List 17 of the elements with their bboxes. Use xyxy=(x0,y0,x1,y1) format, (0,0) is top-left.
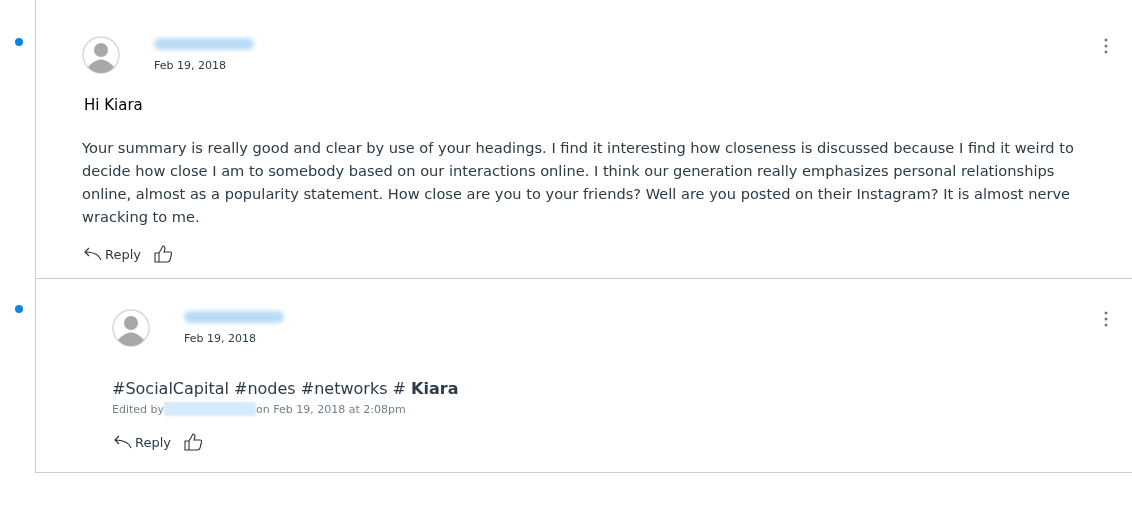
more-options-icon[interactable] xyxy=(1104,38,1108,54)
more-options-icon[interactable] xyxy=(1104,311,1108,327)
reply-arrow-icon xyxy=(82,247,102,261)
post-text: Hi Kiara xyxy=(84,96,144,114)
avatar-icon xyxy=(112,309,150,347)
thumbs-up-icon[interactable] xyxy=(183,432,203,452)
post-date: Feb 19, 2018 xyxy=(154,59,227,72)
reply-button[interactable]: Reply xyxy=(112,434,171,450)
avatar-icon xyxy=(82,36,120,74)
post-date: Feb 19, 2018 xyxy=(184,332,257,345)
edited-label: Edited by xyxy=(112,402,165,416)
thumbs-up-icon[interactable] xyxy=(153,244,173,264)
post-text: Your summary is really good and clear by use of your headings. I find it interesting how closeness is discussed because I find it weird to decide how close I am to somebody based on our interactions online. I think our generation really emphasizes personal relationships online, almost as a popularity statement. How close are you to your friends? Well are you posted on their Instagram? It is almost nerve wracking to me. xyxy=(82,138,1075,227)
reply-arrow-icon xyxy=(112,435,132,449)
post-text: #SocialCapital #nodes #networks # Kiara xyxy=(112,378,460,400)
reply-button[interactable]: Reply xyxy=(82,246,141,262)
edited-date: on Feb 19, 2018 at 2:08pm xyxy=(256,402,406,416)
